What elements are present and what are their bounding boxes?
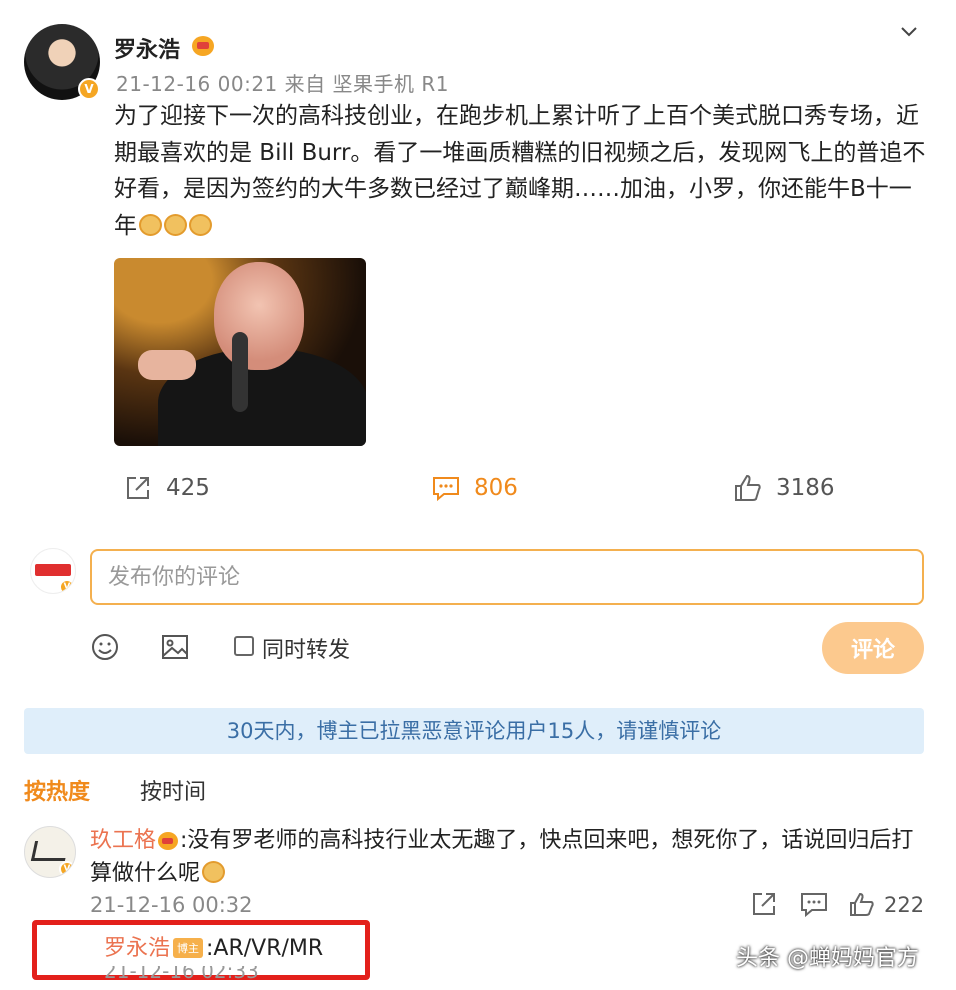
avatar-logo — [35, 564, 71, 576]
watermark: 头条 @蝉妈妈官方 — [736, 946, 919, 971]
verified-badge: V — [59, 861, 75, 877]
current-user-avatar: V — [30, 548, 76, 594]
author-tag-badge: 博主 — [173, 938, 204, 958]
comment-like-count: 222 — [884, 893, 925, 917]
comment-timestamp: 21-12-16 00:32 — [90, 893, 253, 917]
comment-icon — [433, 477, 459, 502]
reply-body: :AR/VR/MR — [206, 936, 324, 961]
reply-timestamp: 21-12-16 02:33 — [104, 966, 259, 980]
chevron-down-icon[interactable] — [898, 20, 920, 42]
fist-emoji-icon — [139, 213, 162, 236]
commenter-name[interactable]: 玖工格 — [90, 828, 156, 853]
fist-emoji-icon — [202, 861, 226, 883]
comment-share-icon[interactable] — [748, 888, 780, 920]
member-crown-icon — [192, 36, 214, 56]
reply-text: 罗永浩 博主:AR/VR/MR — [104, 930, 323, 962]
share-icon — [127, 477, 149, 499]
fist-emoji-icon — [164, 213, 187, 236]
verified-badge: V — [59, 579, 75, 593]
reply-author-name[interactable]: 罗永浩 — [104, 936, 170, 961]
like-button[interactable]: 3186 — [732, 472, 835, 504]
member-crown-icon — [158, 832, 179, 850]
tab-sort-hot[interactable]: 按热度 — [24, 774, 90, 806]
avatar-calligraphy — [30, 841, 70, 861]
post-meta: 21-12-16 00:21 来自 坚果手机 R1 — [116, 72, 449, 96]
notice-banner: 30天内，博主已拉黑恶意评论用户15人，请谨慎评论 — [24, 708, 924, 754]
photo-microphone — [232, 332, 248, 412]
post-body-text: 为了迎接下一次的高科技创业，在跑步机上累计听了上百个美式脱口秀专场，近期最喜欢的… — [114, 103, 926, 239]
comment-like-icon[interactable] — [846, 888, 878, 920]
comment-input[interactable] — [90, 549, 924, 605]
comment-text: 玖工格:没有罗老师的高科技行业太无趣了，快点回来吧，想死你了，话说回归后打算做什… — [90, 824, 920, 890]
post-text: 为了迎接下一次的高科技创业，在跑步机上累计听了上百个美式脱口秀专场，近期最喜欢的… — [114, 98, 926, 244]
emoji-picker-icon[interactable] — [90, 632, 120, 662]
image-upload-icon[interactable] — [160, 632, 190, 662]
repost-checkbox[interactable] — [234, 636, 254, 656]
verified-badge: V — [78, 78, 100, 100]
submit-comment-button[interactable]: 评论 — [822, 622, 924, 674]
comment-count: 806 — [474, 475, 518, 501]
photo-face — [214, 262, 304, 370]
like-count: 3186 — [776, 475, 835, 501]
repost-label[interactable]: 同时转发 — [262, 632, 350, 664]
author-avatar[interactable]: V — [24, 24, 100, 100]
photo-hand — [138, 350, 196, 380]
fist-emoji-icon — [189, 213, 212, 236]
author-name[interactable]: 罗永浩 — [114, 32, 180, 64]
share-count: 425 — [166, 475, 210, 501]
comment-button[interactable]: 806 — [430, 472, 518, 504]
commenter-avatar[interactable]: V — [24, 826, 76, 878]
thumbs-up-icon — [735, 474, 761, 501]
comment-reply-icon[interactable] — [798, 888, 830, 920]
post-image[interactable] — [114, 258, 366, 446]
share-button[interactable]: 425 — [122, 472, 210, 504]
tab-sort-time[interactable]: 按时间 — [140, 774, 206, 806]
